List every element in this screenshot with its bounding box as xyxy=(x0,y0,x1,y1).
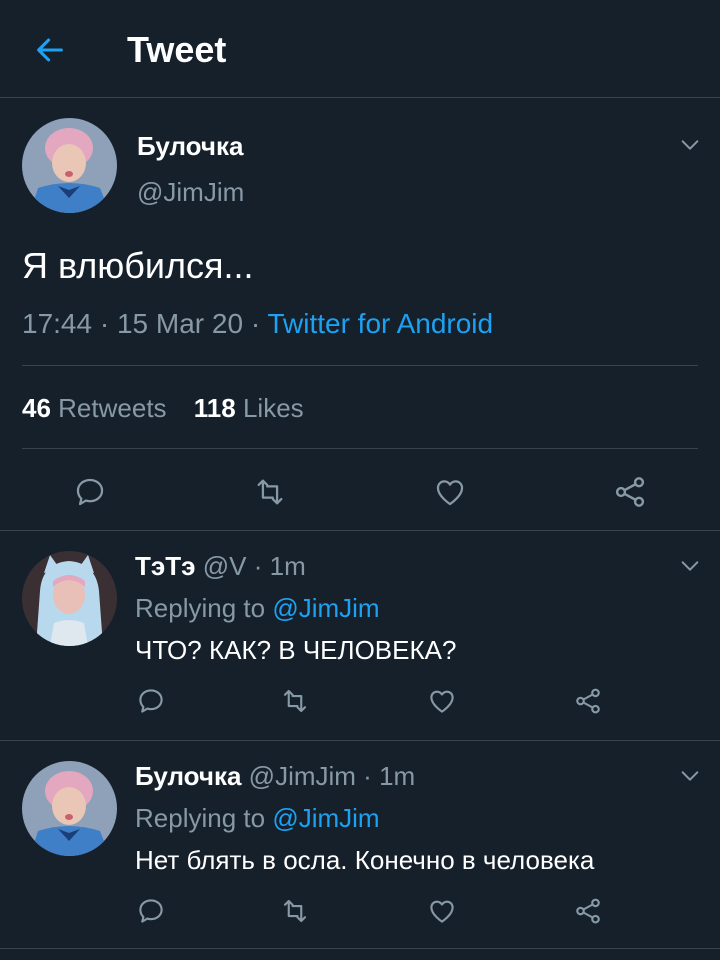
chevron-down-icon xyxy=(681,771,699,781)
reply-button[interactable] xyxy=(133,893,169,929)
mention-link[interactable]: @JimJim xyxy=(272,803,379,833)
share-icon xyxy=(576,688,600,714)
reply-icon xyxy=(139,899,163,923)
divider xyxy=(22,365,698,366)
tweet-text: Я влюбился... xyxy=(22,245,254,286)
likes-label: Likes xyxy=(242,393,304,423)
tweet-source-link[interactable]: Twitter for Android xyxy=(267,308,493,339)
like-icon xyxy=(430,690,454,713)
retweets-label: Retweets xyxy=(58,393,167,423)
reply-text: Нет блять в осла. Конечно в человека xyxy=(135,845,595,875)
likes-count: 118 xyxy=(193,393,236,423)
reply-author-handle[interactable]: @JimJim xyxy=(249,761,356,791)
tweet-menu-button[interactable] xyxy=(675,761,705,791)
back-button[interactable] xyxy=(30,30,70,70)
reply-tweet[interactable]: Булочка @JimJim · 1m Replying to @JimJim… xyxy=(0,741,720,949)
avatar[interactable] xyxy=(22,118,117,213)
meta-separator: · xyxy=(363,761,372,791)
avatar[interactable] xyxy=(22,761,117,856)
likes-stat[interactable]: 118 Likes xyxy=(194,393,304,423)
retweet-icon xyxy=(283,689,307,713)
reply-tweet[interactable]: ТэТэ @V · 1m Replying to @JimJim ЧТО? КА… xyxy=(0,531,720,741)
reply-icon xyxy=(76,478,104,506)
reply-header: Булочка @JimJim · 1m xyxy=(135,759,415,793)
avatar-image xyxy=(22,761,117,856)
avatar-image xyxy=(22,551,117,646)
retweet-button[interactable] xyxy=(277,683,313,719)
author-handle[interactable]: @JimJim xyxy=(137,176,244,208)
meta-separator: · xyxy=(253,551,263,581)
tweet-stats: 46 Retweets 118 Likes xyxy=(22,390,304,426)
reply-time: 1m xyxy=(379,761,416,791)
like-icon xyxy=(436,480,464,506)
divider xyxy=(22,448,698,449)
replying-label: Replying to xyxy=(135,803,266,833)
share-button[interactable] xyxy=(570,683,606,719)
avatar-image xyxy=(22,118,117,213)
replying-label: Replying to xyxy=(135,593,266,623)
like-button[interactable] xyxy=(424,893,460,929)
reply-text: ЧТО? КАК? В ЧЕЛОВЕКА? xyxy=(135,635,457,665)
retweets-count: 46 xyxy=(22,393,51,423)
chevron-down-icon xyxy=(681,140,699,150)
tweet-menu-button[interactable] xyxy=(675,130,705,160)
retweet-icon xyxy=(283,899,307,923)
tweet-menu-button[interactable] xyxy=(675,551,705,581)
share-icon xyxy=(576,898,600,924)
share-button[interactable] xyxy=(570,893,606,929)
like-button[interactable] xyxy=(428,470,472,514)
retweet-icon xyxy=(257,479,283,505)
replying-to: Replying to @JimJim xyxy=(135,591,380,625)
reply-icon xyxy=(139,689,163,713)
reply-author-name[interactable]: Булочка xyxy=(135,761,241,791)
mention-link[interactable]: @JimJim xyxy=(272,593,379,623)
arrow-left-icon xyxy=(37,38,63,62)
tweet-time: 17:44 xyxy=(22,308,93,339)
like-icon xyxy=(430,900,454,923)
reply-author-name[interactable]: ТэТэ xyxy=(135,551,195,581)
share-icon xyxy=(615,477,645,507)
retweet-button[interactable] xyxy=(277,893,313,929)
top-bar: Tweet xyxy=(0,0,720,98)
reply-button[interactable] xyxy=(68,470,112,514)
reply-time: 1m xyxy=(269,551,306,581)
reply-button[interactable] xyxy=(133,683,169,719)
retweet-button[interactable] xyxy=(248,470,292,514)
tweet-date: 15 Mar 20 xyxy=(116,308,244,339)
meta-separator: · xyxy=(99,308,110,339)
like-button[interactable] xyxy=(424,683,460,719)
tweet-meta: 17:44 · 15 Mar 20 · Twitter for Android xyxy=(22,306,493,342)
replying-to: Replying to @JimJim xyxy=(135,801,380,835)
reply-author-handle[interactable]: @V xyxy=(203,551,247,581)
avatar[interactable] xyxy=(22,551,117,646)
page-title: Tweet xyxy=(127,29,227,70)
share-button[interactable] xyxy=(608,470,652,514)
chevron-down-icon xyxy=(681,561,699,571)
reply-header: ТэТэ @V · 1m xyxy=(135,549,306,583)
author-name[interactable]: Булочка xyxy=(137,130,243,162)
retweets-stat[interactable]: 46 Retweets xyxy=(22,393,167,423)
meta-separator: · xyxy=(250,308,261,339)
main-tweet: Булочка @JimJim Я влюбился... 17:44 · 15… xyxy=(0,98,720,531)
